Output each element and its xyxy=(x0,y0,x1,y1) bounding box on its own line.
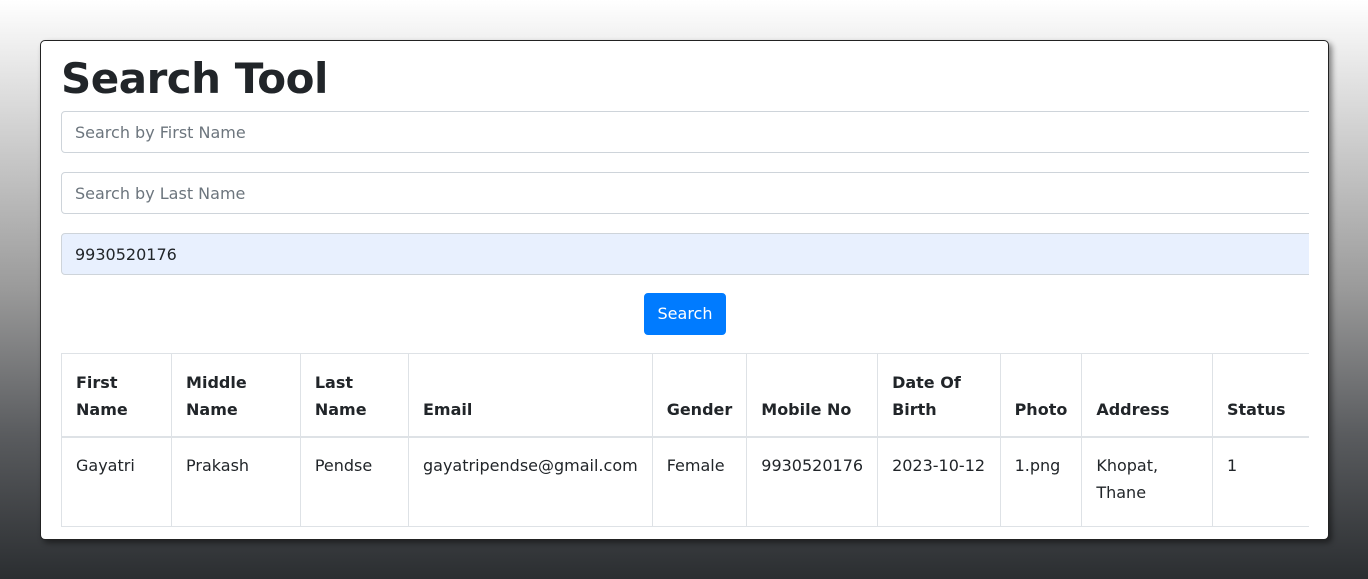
cell-gender: Female xyxy=(651,436,748,527)
table-row: Gayatri Prakash Pendse gayatripendse@gma… xyxy=(61,436,1309,527)
cell-address: Khopat, Thane xyxy=(1081,436,1213,527)
search-button[interactable]: Search xyxy=(643,293,727,335)
header-middle-name: Middle Name xyxy=(171,353,301,438)
header-email: Email xyxy=(407,353,653,438)
cell-first-name: Gayatri xyxy=(61,436,173,527)
button-row: Search xyxy=(61,293,1309,335)
cell-mobile-no: 9930520176 xyxy=(746,436,879,527)
page-title: Search Tool xyxy=(61,54,328,103)
cell-last-name: Pendse xyxy=(299,436,409,527)
header-mobile-no: Mobile No xyxy=(746,353,879,438)
card-body: Search Tool Search First Name Middle Nam… xyxy=(61,41,1309,527)
header-last-name: Last Name xyxy=(299,353,409,438)
cell-photo: 1.png xyxy=(999,436,1083,527)
table-header-row: First Name Middle Name Last Name Email G… xyxy=(61,353,1309,438)
search-tool-card: Search Tool Search First Name Middle Nam… xyxy=(40,40,1329,540)
cell-date-of-birth: 2023-10-12 xyxy=(877,436,1001,527)
header-photo: Photo xyxy=(999,353,1083,438)
header-date-of-birth: Date Of Birth xyxy=(877,353,1001,438)
header-gender: Gender xyxy=(651,353,748,438)
mobile-search-input[interactable] xyxy=(61,233,1309,275)
results-table: First Name Middle Name Last Name Email G… xyxy=(61,353,1309,527)
header-status: Status xyxy=(1211,353,1309,438)
first-name-search-input[interactable] xyxy=(61,111,1309,153)
header-address: Address xyxy=(1081,353,1213,438)
header-first-name: First Name xyxy=(61,353,173,438)
cell-email: gayatripendse@gmail.com xyxy=(407,436,653,527)
cell-status: 1 xyxy=(1211,436,1309,527)
cell-middle-name: Prakash xyxy=(171,436,301,527)
last-name-search-input[interactable] xyxy=(61,172,1309,214)
